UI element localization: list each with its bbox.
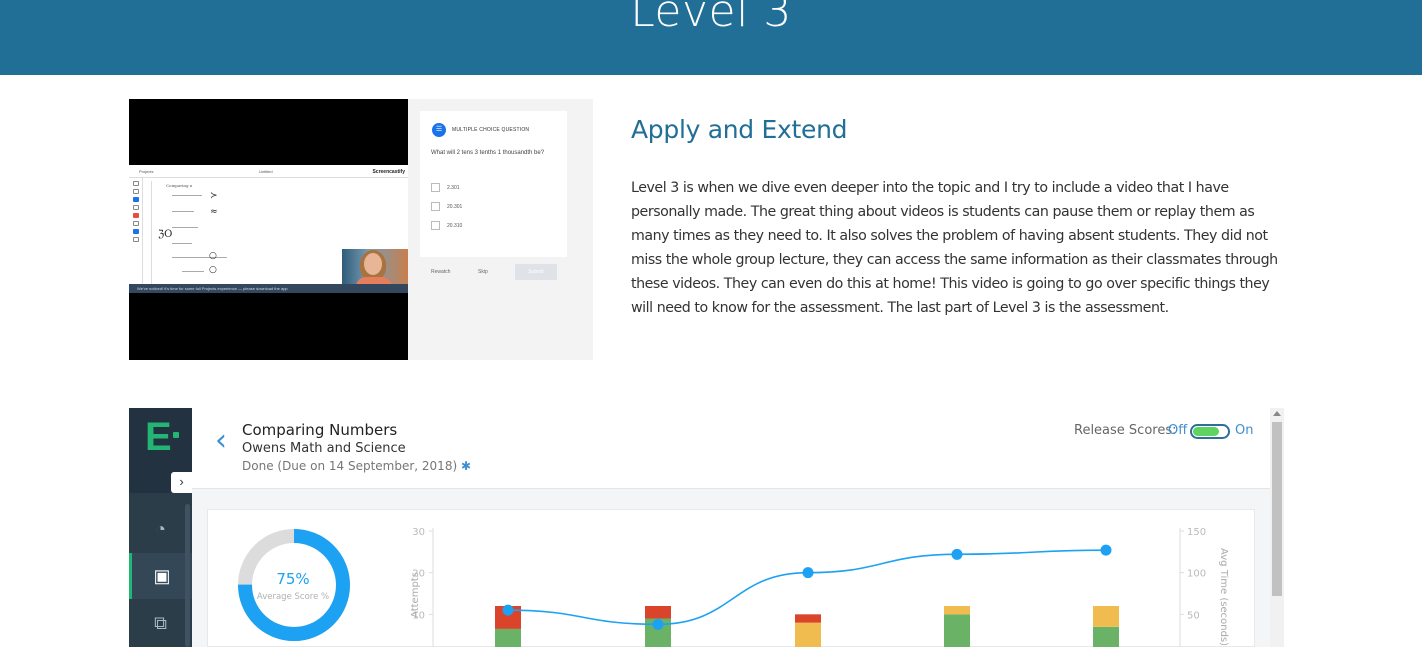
handwriting-mark-5: ○: [209, 265, 217, 275]
checkbox[interactable]: [431, 183, 440, 192]
handwriting-mark-1: ≻: [210, 191, 218, 201]
level-banner: Level 3: [0, 0, 1422, 75]
video-toolbar: [129, 178, 143, 284]
avg-time-point: [502, 604, 514, 616]
submit-button[interactable]: Submit: [515, 264, 557, 280]
y-axis-label: Attempts: [410, 572, 421, 618]
bar-green-segment: [1093, 626, 1119, 647]
video-frame: Projects Untitled Screencastify Comparin…: [129, 165, 408, 293]
y2-tick-label: 100: [1187, 569, 1206, 580]
avg-time-line: [507, 549, 1107, 626]
doc-heading: Comparing n: [166, 183, 193, 188]
option-label: 2.301: [447, 185, 460, 191]
select-tool-icon: [133, 189, 139, 194]
quiz-option-3[interactable]: 20.310: [431, 221, 541, 231]
option-label: 20.310: [447, 223, 463, 229]
bar-green-segment: [944, 614, 970, 647]
quiz-option-2[interactable]: 20.301: [431, 202, 541, 212]
handwriting-mark-3: ℨO: [158, 229, 173, 240]
shape-tool-icon: [133, 221, 139, 226]
avg-time-point: [802, 567, 814, 579]
bar-yellow-top-segment: [944, 606, 970, 615]
y2-axis-label: Avg Time (seconds): [1218, 548, 1229, 646]
color-red-icon: [133, 213, 139, 218]
bar-red-segment: [645, 606, 671, 619]
color-blue-2-icon: [133, 229, 139, 234]
video-topbar-center: Untitled: [259, 169, 273, 174]
avg-time-point: [652, 618, 664, 630]
y-tick-label: 30: [412, 527, 425, 538]
rewatch-button[interactable]: Rewatch: [431, 269, 450, 275]
video-lesson-screenshot: Projects Untitled Screencastify Comparin…: [129, 99, 593, 360]
video-topbar-left: Projects: [139, 169, 154, 174]
checkbox[interactable]: [431, 202, 440, 211]
quiz-header: MULTIPLE CHOICE QUESTION: [452, 127, 530, 133]
section-heading: Apply and Extend: [631, 115, 848, 144]
option-label: 20.301: [447, 204, 463, 210]
assessment-chart: 75% Average Score % 10203050100150 Attem…: [238, 527, 1229, 647]
avg-time-point: [951, 548, 963, 560]
video-status-text: We've noticed! It's time for some full P…: [137, 286, 288, 291]
screencastify-logo: Screencastify: [372, 169, 405, 175]
bar-yellow-segment: [795, 622, 821, 647]
eraser-tool-icon: [133, 205, 139, 210]
donut-caption: Average Score %: [257, 592, 329, 602]
avg-time-point: [1100, 544, 1112, 556]
video-status-bar: We've noticed! It's time for some full P…: [129, 284, 408, 293]
quiz-question: What will 2 tens 3 tenths 1 thousandth b…: [431, 150, 545, 156]
donut-percent: 75%: [276, 570, 309, 588]
quiz-option-1[interactable]: 2.301: [431, 183, 541, 193]
bar-red-segment: [795, 614, 821, 623]
video-topbar: Projects Untitled Screencastify: [129, 165, 408, 178]
color-blue-icon: [133, 197, 139, 202]
y2-tick-label: 50: [1187, 610, 1200, 621]
pen-tool-icon: [133, 181, 139, 186]
video-player[interactable]: Projects Untitled Screencastify Comparin…: [129, 99, 408, 360]
skip-button[interactable]: Skip: [478, 269, 488, 275]
handwriting-mark-4: ○: [209, 251, 217, 261]
section-body: Level 3 is when we dive even deeper into…: [631, 180, 1278, 316]
question-list-icon: ☰: [432, 123, 446, 137]
handwriting-mark-2: ≈: [210, 207, 218, 217]
bar-green-segment: [495, 628, 521, 647]
quiz-card: ☰ MULTIPLE CHOICE QUESTION What will 2 t…: [420, 111, 567, 257]
bar-yellow-top-segment: [1093, 606, 1119, 627]
checkbox[interactable]: [431, 221, 440, 230]
banner-title: Level 3: [630, 0, 792, 37]
y2-tick-label: 150: [1187, 527, 1206, 538]
text-tool-icon: [133, 237, 139, 242]
